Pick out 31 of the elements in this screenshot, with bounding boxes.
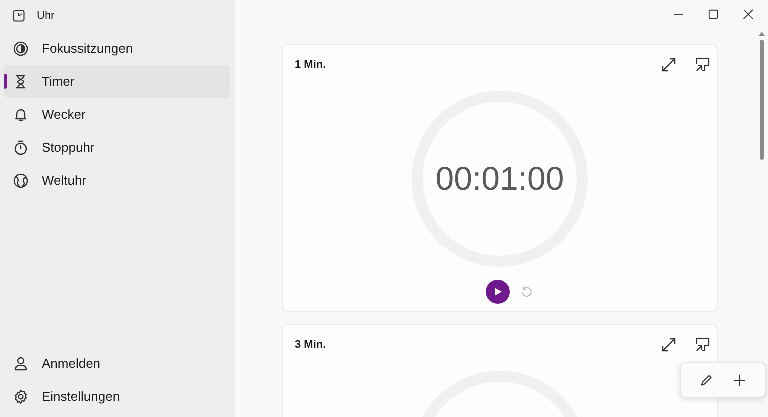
nav-item[interactable]: Timer (4, 65, 230, 98)
stopwatch-icon (13, 140, 29, 156)
play-button[interactable] (486, 280, 510, 304)
expand-icon[interactable] (661, 57, 677, 73)
nav-item[interactable]: Stoppuhr (4, 131, 230, 164)
nav-item[interactable]: Anmelden (4, 347, 230, 380)
selection-indicator (4, 74, 7, 89)
globe-icon (13, 172, 29, 188)
play-icon (493, 287, 503, 297)
scroll-up-icon[interactable] (758, 30, 766, 38)
nav-item[interactable]: Weltuhr (4, 164, 230, 197)
scrollbar[interactable] (758, 30, 766, 160)
timer-time: 00:01:00 (436, 160, 564, 198)
close-icon[interactable] (743, 8, 754, 20)
maximize-icon[interactable] (708, 8, 719, 20)
nav-item[interactable]: Wecker (4, 98, 230, 131)
timer-title: 1 Min. (295, 59, 326, 71)
add-icon[interactable] (732, 372, 747, 388)
nav-item[interactable]: Einstellungen (4, 380, 230, 413)
gear-icon (13, 388, 29, 404)
timer-title: 3 Min. (295, 339, 326, 351)
edit-icon[interactable] (699, 372, 714, 388)
expand-icon[interactable] (661, 337, 677, 353)
focus-icon (13, 40, 29, 56)
mini-window-icon[interactable] (695, 337, 711, 353)
mini-window-icon[interactable] (695, 57, 711, 73)
person-icon (13, 356, 29, 372)
nav-item[interactable]: Fokussitzungen (4, 32, 230, 65)
app-title: Uhr (37, 10, 55, 22)
bell-icon (13, 106, 29, 122)
clock-icon (12, 9, 26, 23)
